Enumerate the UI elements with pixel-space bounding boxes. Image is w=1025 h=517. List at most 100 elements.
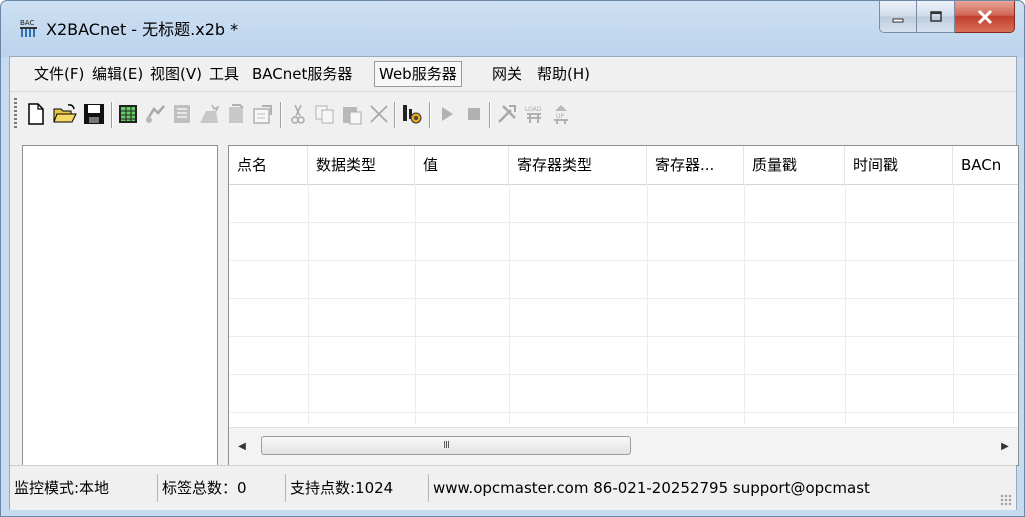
grid-col-line (845, 184, 846, 424)
maximize-icon (929, 10, 942, 22)
run-button[interactable] (435, 102, 459, 126)
add-device-icon (119, 105, 137, 123)
grid-header: 点名 数据类型 值 寄存器类型 寄存器... 质量戳 时间戳 BACn (229, 146, 1018, 185)
column-header-quality[interactable]: 质量戳 (744, 146, 845, 184)
tools-icon (498, 105, 516, 123)
new-file-icon (28, 103, 44, 125)
menu-edit[interactable]: 编辑(E) (88, 62, 147, 86)
column-header-value[interactable]: 值 (415, 146, 509, 184)
toolbar-separator (111, 102, 113, 128)
load-button[interactable]: LOAD (522, 102, 546, 126)
resize-grip[interactable] (1000, 494, 1012, 506)
add-tag-button[interactable] (170, 102, 194, 126)
grid-col-line (744, 184, 745, 424)
column-header-point-name[interactable]: 点名 (229, 146, 308, 184)
device-tree-panel[interactable] (22, 145, 218, 466)
properties-button[interactable] (251, 102, 275, 126)
upload-button[interactable]: UP (549, 102, 573, 126)
toolbar-separator (280, 102, 282, 128)
cut-icon (291, 104, 305, 124)
grid-row-line (229, 412, 1018, 413)
add-group-button[interactable] (143, 102, 167, 126)
menu-bar: 文件(F) 编辑(E) 视图(V) 工具 BACnet服务器 Web服务器 网关… (10, 57, 1016, 92)
batch-add-icon (200, 104, 220, 123)
column-header-data-type[interactable]: 数据类型 (308, 146, 415, 184)
add-tag-icon (174, 105, 190, 123)
menu-file[interactable]: 文件(F) (30, 62, 88, 86)
load-icon: LOAD (525, 106, 542, 123)
paste-button[interactable] (340, 102, 364, 126)
stop-icon (468, 108, 480, 120)
add-group-icon (145, 105, 165, 123)
menu-bacnet-server[interactable]: BACnet服务器 (248, 62, 356, 86)
menu-web-server[interactable]: Web服务器 (374, 61, 462, 87)
window-title: X2BACnet - 无标题.x2b * (46, 20, 239, 39)
toolbar: LOAD UP (10, 92, 1016, 137)
svg-text:LOAD: LOAD (525, 106, 542, 113)
status-bar: 监控模式:本地 标签总数：0 支持点数:1024 www.opcmaster.c… (10, 465, 1016, 510)
close-button[interactable] (955, 1, 1015, 33)
grid-row-line (229, 336, 1018, 337)
tools-button[interactable] (495, 102, 519, 126)
column-header-bacnet[interactable]: BACn (953, 146, 1018, 184)
client-area: 文件(F) 编辑(E) 视图(V) 工具 BACnet服务器 Web服务器 网关… (9, 56, 1019, 510)
run-icon (442, 107, 453, 121)
delete-button[interactable] (367, 102, 391, 126)
delete-item-button[interactable] (224, 102, 248, 126)
grid-row-line (229, 298, 1018, 299)
cut-button[interactable] (286, 102, 310, 126)
scroll-right-arrow-icon[interactable]: ▶ (996, 436, 1014, 456)
menu-gateway[interactable]: 网关 (488, 62, 526, 86)
horizontal-scrollbar[interactable]: ◀ III ▶ (229, 427, 1018, 465)
copy-button[interactable] (313, 102, 337, 126)
grid-col-line (415, 184, 416, 424)
grid-col-line (308, 184, 309, 424)
open-folder-icon (53, 104, 77, 123)
toolbar-separator (394, 102, 396, 128)
minimize-button[interactable] (879, 1, 917, 33)
menu-tools[interactable]: 工具 (205, 62, 243, 86)
copy-icon (315, 105, 334, 124)
save-button[interactable] (82, 102, 106, 126)
new-button[interactable] (24, 102, 48, 126)
grid-col-line (953, 184, 954, 424)
tag-grid[interactable]: 点名 数据类型 值 寄存器类型 寄存器... 质量戳 时间戳 BACn ◀ II… (228, 145, 1019, 466)
add-device-button[interactable] (116, 102, 140, 126)
delete-icon (370, 105, 388, 123)
title-bar[interactable]: BAC X2BACnet - 无标题.x2b * (1, 1, 1024, 56)
column-header-register[interactable]: 寄存器... (647, 146, 744, 184)
grid-col-line (509, 184, 510, 424)
stop-button[interactable] (462, 102, 486, 126)
menu-view[interactable]: 视图(V) (146, 62, 206, 86)
svg-text:UP: UP (556, 113, 564, 120)
maximize-button[interactable] (917, 1, 955, 33)
properties-icon (253, 105, 272, 124)
grid-row-line (229, 222, 1018, 223)
app-window: BAC X2BACnet - 无标题.x2b * 文件(F) 编辑(E) 视图(… (0, 0, 1025, 517)
toolbar-separator (429, 102, 431, 128)
panel-splitter[interactable] (218, 145, 226, 464)
caption-buttons (879, 1, 1015, 33)
scroll-thumb[interactable]: III (261, 436, 631, 455)
save-icon (84, 104, 104, 124)
column-header-timestamp[interactable]: 时间戳 (845, 146, 953, 184)
delete-item-icon (229, 104, 244, 123)
svg-text:BAC: BAC (20, 19, 34, 27)
bacnet-app-icon: BAC (20, 19, 37, 37)
menu-help[interactable]: 帮助(H) (533, 62, 594, 86)
grid-row-line (229, 260, 1018, 261)
status-supported-points: 支持点数:1024 (286, 474, 429, 502)
toolbar-grip[interactable] (14, 98, 17, 130)
column-header-register-type[interactable]: 寄存器类型 (509, 146, 647, 184)
status-tag-count: 标签总数：0 (158, 474, 286, 502)
status-contact: www.opcmaster.com 86-021-20252795 suppor… (433, 479, 870, 497)
close-icon (977, 9, 992, 24)
grid-col-line (647, 184, 648, 424)
open-button[interactable] (53, 102, 77, 126)
paste-icon (343, 107, 362, 125)
batch-add-button[interactable] (197, 102, 221, 126)
scroll-left-arrow-icon[interactable]: ◀ (233, 436, 251, 456)
monitor-button[interactable] (400, 102, 424, 126)
minimize-icon (892, 18, 904, 22)
toolbar-separator (489, 102, 491, 128)
